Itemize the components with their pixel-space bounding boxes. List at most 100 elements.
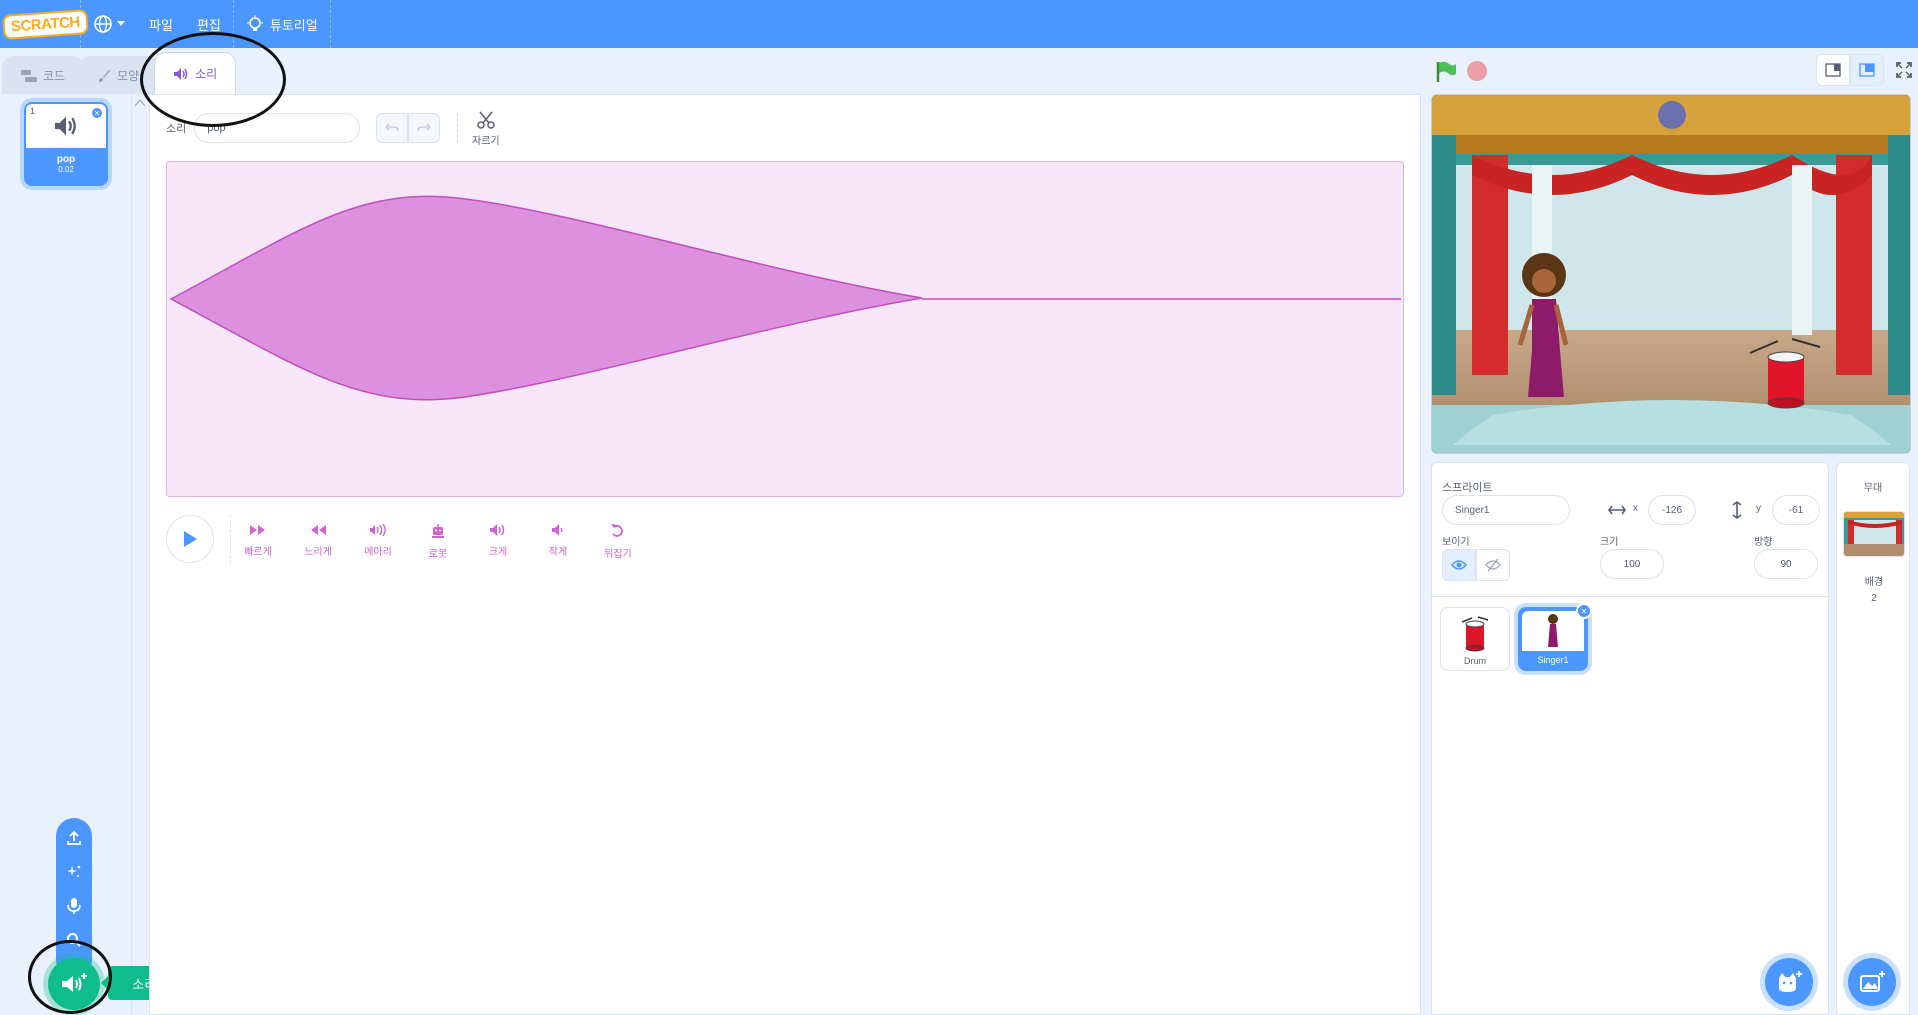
undo-button[interactable]	[376, 113, 408, 143]
effect-echo-button[interactable]: 메아리	[358, 523, 398, 560]
fullscreen-button[interactable]	[1896, 62, 1912, 83]
effect-softer-button[interactable]: 작게	[538, 523, 578, 560]
effect-label: 작게	[548, 547, 568, 558]
stage-selector[interactable]: 무대 배경 2	[1836, 462, 1910, 1015]
sound-editor: 소리 pop 자르기 빠르게 느리게 메아리 로봇 크게 작게 뒤집기	[149, 94, 1421, 1015]
effect-faster-button[interactable]: 빠르게	[238, 523, 278, 560]
sprite-info: 스프라이트 Singer1 x -126 y -61 보이기 크기 100 방향…	[1432, 463, 1830, 597]
slower-icon	[311, 525, 326, 535]
sprite-tile-label: Drum	[1464, 656, 1486, 666]
effects-toolbar: 빠르게 느리게 메아리 로봇 크게 작게 뒤집기	[238, 523, 638, 560]
green-flag-button[interactable]	[1435, 60, 1457, 89]
globe-icon	[94, 15, 112, 33]
add-backdrop-icon	[1860, 971, 1885, 992]
microphone-icon[interactable]	[64, 896, 84, 916]
large-stage-button[interactable]	[1850, 54, 1884, 86]
drum-thumbnail	[1461, 616, 1489, 652]
waveform-display[interactable]	[166, 161, 1404, 497]
effect-label: 빠르게	[244, 547, 272, 558]
visibility-toggle	[1442, 549, 1510, 581]
choose-sprite-button[interactable]	[1765, 958, 1813, 1006]
tutorials-menu[interactable]: 튜토리얼	[234, 0, 330, 48]
sprite-tile-label: Singer1	[1537, 655, 1569, 665]
tab-costumes[interactable]: 모양	[78, 56, 161, 94]
tutorials-label: 튜토리얼	[269, 17, 318, 33]
sound-name-input[interactable]: pop	[194, 113, 361, 143]
green-flag-icon	[1436, 61, 1456, 82]
show-label: 보이기	[1442, 537, 1470, 548]
speaker-icon	[174, 67, 188, 80]
effect-robot-button[interactable]: 로봇	[418, 523, 458, 560]
small-stage-icon	[1825, 63, 1841, 77]
sprite-name-input[interactable]: Singer1	[1442, 495, 1570, 525]
sprite-tile-drum[interactable]: Drum	[1440, 607, 1510, 671]
scissors-icon	[477, 111, 495, 129]
choose-backdrop-button[interactable]	[1848, 958, 1896, 1006]
menu-bar: SCRATCH 파일 편집 튜토리얼	[0, 0, 1918, 48]
effect-label: 크게	[488, 547, 508, 558]
choose-sound-button[interactable]	[48, 958, 100, 1010]
sound-item-duration: 0.02	[58, 165, 74, 174]
search-icon[interactable]	[64, 930, 84, 950]
delete-sound-button[interactable]: ✕	[90, 106, 104, 120]
theater-thumbnail	[1844, 512, 1904, 556]
echo-icon	[370, 523, 386, 537]
x-position-input[interactable]: -126	[1648, 495, 1696, 525]
stage-header-label: 무대	[1863, 483, 1883, 494]
delete-sprite-button[interactable]: ✕	[1576, 603, 1592, 619]
hide-sprite-button[interactable]	[1476, 549, 1510, 581]
eye-slash-icon	[1485, 558, 1501, 572]
redo-icon	[417, 123, 431, 132]
show-sprite-button[interactable]	[1442, 549, 1476, 581]
singer-thumbnail	[1548, 614, 1558, 647]
scratch-logo-text: SCRATCH	[1, 8, 89, 40]
sound-item-pop[interactable]: 1 ✕ pop 0.02	[24, 102, 108, 186]
reverse-icon	[611, 524, 623, 537]
y-position-input[interactable]: -61	[1772, 495, 1820, 525]
add-sprite-icon	[1779, 971, 1802, 992]
effect-reverse-button[interactable]: 뒤집기	[598, 523, 638, 560]
faster-icon	[250, 525, 265, 535]
tab-code[interactable]: 코드	[2, 56, 85, 94]
effect-slower-button[interactable]: 느리게	[298, 523, 338, 560]
tab-sounds-label: 소리	[195, 67, 218, 81]
scroll-up-icon	[135, 99, 145, 106]
file-menu[interactable]: 파일	[137, 0, 185, 48]
stage-header	[1421, 48, 1918, 94]
surprise-sound-icon[interactable]	[64, 862, 84, 882]
scratch-logo[interactable]: SCRATCH	[1, 8, 89, 40]
eye-icon	[1451, 560, 1467, 570]
upload-sound-icon[interactable]	[64, 828, 84, 848]
sprite-tile-singer1[interactable]: Singer1 ✕	[1518, 603, 1592, 671]
stage-canvas[interactable]	[1431, 94, 1911, 454]
lightbulb-icon	[246, 15, 263, 31]
size-input[interactable]: 100	[1600, 549, 1664, 579]
trim-button[interactable]: 자르기	[472, 111, 500, 147]
theater-backdrop	[1432, 95, 1910, 453]
language-menu[interactable]	[81, 0, 137, 48]
sound-list-scrollbar[interactable]	[132, 94, 148, 1015]
robot-icon	[432, 524, 444, 538]
undo-redo-group	[376, 113, 440, 143]
play-sound-button[interactable]	[166, 515, 214, 563]
sound-item-name: pop	[56, 154, 76, 165]
tab-sounds[interactable]: 소리	[154, 52, 237, 94]
direction-label: 방향	[1754, 537, 1773, 548]
direction-input[interactable]: 90	[1754, 549, 1818, 579]
edit-menu[interactable]: 편집	[185, 0, 233, 48]
stage-size-toggle	[1816, 54, 1884, 86]
stage-thumbnail[interactable]	[1843, 511, 1905, 557]
effects-divider	[230, 515, 231, 563]
sound-name-label: 소리	[166, 123, 187, 135]
size-label: 크기	[1600, 537, 1619, 548]
x-label: x	[1633, 503, 1638, 514]
effect-louder-button[interactable]: 크게	[478, 523, 518, 560]
horizontal-arrows-icon	[1608, 505, 1626, 515]
stop-button[interactable]	[1467, 61, 1487, 81]
caret-down-icon	[117, 21, 125, 26]
speaker-icon	[55, 116, 76, 136]
effect-label: 메아리	[364, 547, 392, 558]
effect-label: 로봇	[428, 549, 448, 560]
small-stage-button[interactable]	[1816, 54, 1850, 86]
redo-button[interactable]	[408, 113, 440, 143]
